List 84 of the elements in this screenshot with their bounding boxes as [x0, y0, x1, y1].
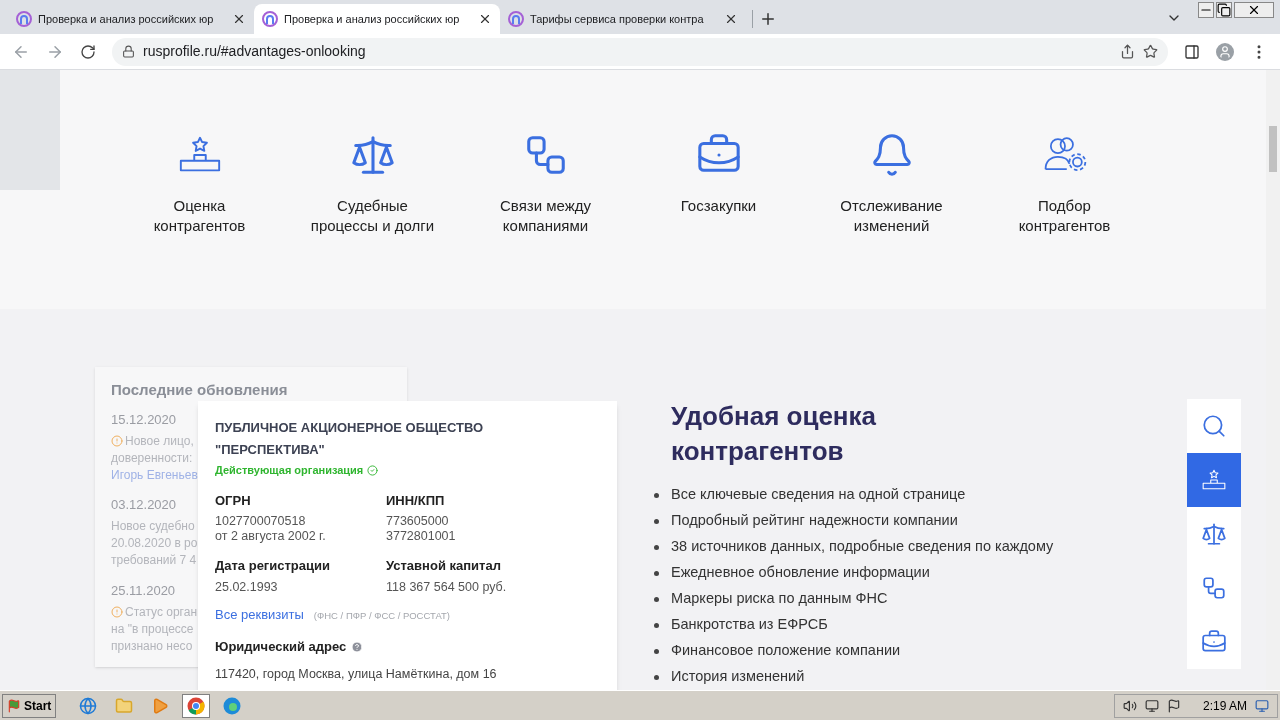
flag-icon[interactable] [1166, 698, 1181, 713]
update-text: доверенности: [111, 449, 193, 467]
bullet-text: 38 источников данных, подробные сведения по каждому [671, 537, 1054, 557]
warning-icon [111, 434, 123, 447]
close-icon[interactable] [478, 12, 492, 26]
field-value: 25.02.1993 [215, 579, 279, 595]
site-logo-icon [262, 11, 278, 27]
feature-label[interactable]: Судебные процессы и долги [310, 196, 435, 236]
bullet-text: Все ключевые сведения на одной странице [671, 485, 966, 505]
restore-icon[interactable] [1216, 2, 1232, 18]
sources-note: (ФНС / ПФР / ФСС / РОССТАТ) [313, 608, 451, 623]
profile-icon[interactable] [1216, 42, 1234, 61]
field-value: 118 367 564 500 руб. [386, 579, 508, 595]
field-value: 1027700070518 [215, 514, 307, 529]
close-icon[interactable] [1234, 2, 1274, 18]
update-text: 20.08.2020 в ро [111, 535, 198, 552]
browser-globe-icon [79, 696, 98, 715]
update-text: на "в процессе [111, 620, 194, 638]
tab-title: Тарифы сервиса проверки контра [530, 11, 704, 27]
update-text: требований 7 4 [111, 552, 197, 569]
new-tab-icon[interactable] [759, 10, 777, 28]
update-text: Новое судебно [111, 518, 195, 535]
update-text: Статус орган [125, 603, 198, 621]
field-label: Юридический адрес [215, 638, 347, 656]
clock: 2:19 AM [1202, 697, 1247, 715]
site-logo-icon [508, 11, 524, 27]
url-text: rusprofile.ru/#advantages-onlooking [143, 42, 366, 61]
chrome-logo-icon [187, 696, 206, 715]
status-text: Действующая организация [215, 463, 364, 478]
reload-icon[interactable] [80, 43, 96, 60]
update-text: признано несо [111, 637, 193, 655]
folder-icon [115, 696, 134, 715]
all-details-link[interactable]: Все реквизиты [215, 604, 304, 624]
scales-icon [1201, 521, 1227, 547]
bullet-text: Финансовое положение компании [671, 641, 901, 661]
close-icon[interactable] [232, 12, 246, 26]
lock-icon [122, 45, 135, 58]
bullet-text: Ежедневное обновление информации [671, 563, 930, 583]
windows-flag-icon [7, 698, 21, 713]
side-panel-icon[interactable] [1184, 43, 1200, 60]
update-date: 15.12.2020 [111, 410, 177, 429]
feature-label[interactable]: Отслеживание изменений [840, 196, 943, 236]
volume-icon[interactable] [1122, 698, 1137, 713]
briefcase-icon [1201, 629, 1227, 655]
update-date: 25.11.2020 [111, 581, 176, 600]
site-logo-icon [16, 11, 32, 27]
address-bar[interactable]: rusprofile.ru/#advantages-onlooking [112, 37, 1168, 66]
field-label: ИНН/КПП [386, 491, 446, 510]
bullet-text: Маркеры риска по данным ФНС [671, 589, 888, 609]
bullet-text: Банкротства из ЕФРСБ [671, 615, 828, 635]
side-nav-item[interactable] [1187, 453, 1241, 507]
tab-title: Проверка и анализ российских юр [38, 11, 214, 27]
feature-label[interactable]: Оценка контрагентов [153, 196, 246, 236]
field-label: Уставной капитал [386, 557, 502, 575]
bullet-text: История изменений [671, 667, 805, 687]
field-value: 773605000 [386, 514, 450, 529]
bullet-text: Подробный рейтинг надежности компании [671, 511, 958, 531]
address-text: 117420, город Москва, улица Намёткина, дом 16 [215, 665, 498, 683]
feature-label[interactable]: Подбор контрагентов [1018, 196, 1111, 236]
close-icon[interactable] [724, 12, 738, 26]
help-icon[interactable] [351, 640, 364, 653]
search-icon [1201, 413, 1227, 439]
update-date: 03.12.2020 [111, 496, 177, 514]
field-value: 3772801001 [386, 529, 457, 544]
bookmark-star-icon[interactable] [1143, 44, 1158, 59]
scrollbar[interactable] [1266, 70, 1280, 690]
feature-label[interactable]: Госзакупки [680, 196, 757, 216]
minimize-icon[interactable] [1198, 2, 1214, 18]
start-button[interactable]: Start [2, 693, 57, 718]
browser-tab[interactable]: Проверка и анализ российских юр [254, 4, 500, 34]
warning-icon [111, 605, 123, 618]
show-desktop-icon[interactable] [1255, 698, 1269, 713]
field-label: ОГРН [215, 491, 252, 510]
taskbar-app[interactable] [182, 693, 211, 718]
media-player-icon [151, 696, 170, 715]
tab-title: Проверка и анализ российских юр [284, 11, 460, 27]
company-name: ПУБЛИЧНОЕ АКЦИОНЕРНОЕ ОБЩЕСТВО "ПЕРСПЕКТИВА" [215, 419, 485, 459]
field-value: от 2 августа 2002 г. [215, 529, 327, 544]
update-text: Новое лицо, [125, 432, 194, 450]
card-title: Последние обновления [111, 380, 288, 400]
section-heading: Удобная оценка контрагентов [671, 400, 878, 468]
share-icon[interactable] [1120, 44, 1135, 59]
feature-label[interactable]: Связи между компаниями [500, 196, 591, 236]
field-label: Дата регистрации [215, 557, 332, 575]
